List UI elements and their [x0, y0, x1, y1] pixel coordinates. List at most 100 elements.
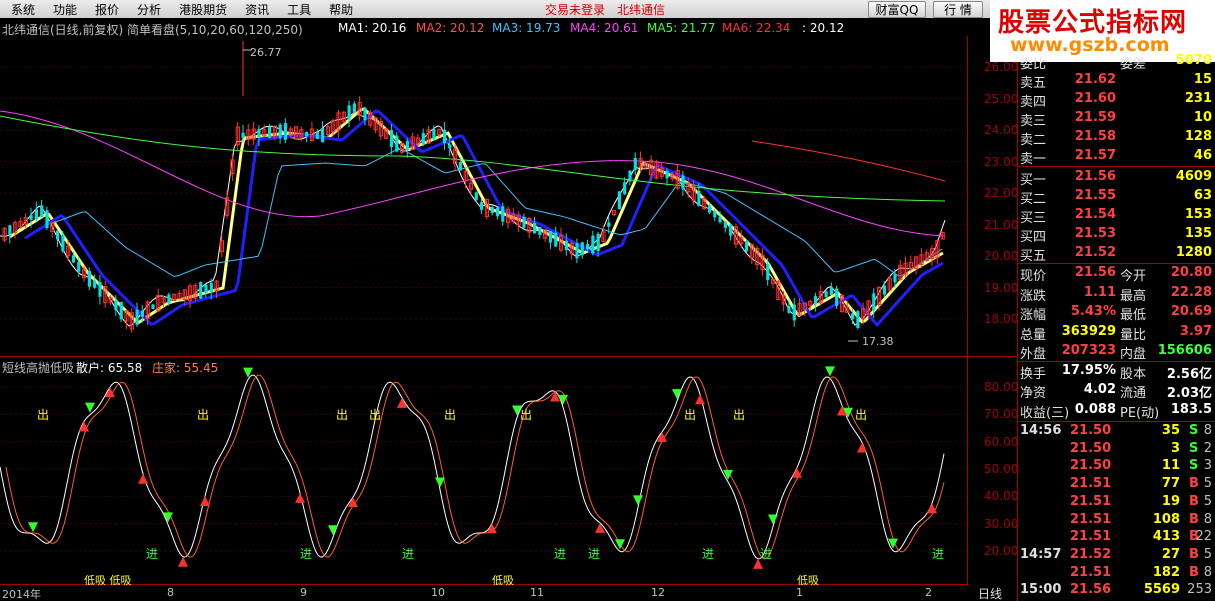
stat-label: 外盘 [1020, 347, 1047, 362]
indicator-tick-label: 70.00 [984, 407, 1019, 422]
signal-in-label: 进 [760, 547, 773, 561]
low-price-label: 17.38 [862, 335, 894, 348]
stat-value: 183.5 [1170, 401, 1212, 417]
ask-volume: 15 [1193, 72, 1212, 87]
menu-item-quote[interactable]: 报价 [86, 1, 128, 18]
tick-time: 14:57 [1020, 546, 1062, 562]
bid-row[interactable]: 买一 21.56 4609 [1018, 168, 1215, 188]
stat-value: 2.03亿 [1166, 386, 1212, 401]
tick-count: 8 [1203, 423, 1212, 438]
stat-value: 2.56亿 [1166, 366, 1212, 382]
date-tick-label: 2 [925, 586, 932, 599]
tick-price: 21.52 [1070, 546, 1112, 562]
menu-item-system[interactable]: 系统 [2, 1, 44, 18]
stat-label: PE(动) [1120, 405, 1160, 421]
stat-label: 换手 [1020, 366, 1047, 382]
bid-row[interactable]: 买三 21.54 153 [1018, 206, 1215, 226]
tick-row: 15:00 21.56 5569 253 [1018, 582, 1215, 600]
indicator-tick-label: 20.00 [984, 543, 1019, 558]
ma1-label: MA1: 20.16 [338, 21, 407, 35]
tick-volume: 27 [1161, 546, 1180, 562]
ask-row[interactable]: 卖四 21.60 231 [1018, 90, 1215, 110]
date-tick-label: 12 [651, 586, 665, 599]
bid-label: 买五 [1020, 249, 1047, 264]
stat-value: 21.56 [1074, 265, 1116, 280]
trade-login-status[interactable]: 交易未登录 [545, 1, 605, 18]
signal-out-label: 出 [855, 408, 868, 422]
ask-price: 21.62 [1074, 72, 1116, 87]
stat-row: 收益(三) 0.088 PE(动) 183.5 [1018, 401, 1215, 421]
ma5-label: MA5: 21.77 [647, 21, 716, 35]
menu-item-hk-futures[interactable]: 港股期货 [170, 1, 236, 18]
ask-price: 21.59 [1074, 110, 1116, 125]
menu-item-function[interactable]: 功能 [44, 1, 86, 18]
ask-row[interactable]: 卖三 21.59 10 [1018, 109, 1215, 129]
date-tick-label: 2014年 [2, 588, 41, 601]
price-tick-label: 18.00 [984, 312, 1019, 326]
menu-item-tools[interactable]: 工具 [278, 1, 320, 18]
quote-row-ratio: 委比 委差 5070 [1018, 52, 1215, 72]
tick-price: 21.51 [1070, 529, 1112, 545]
candlestick-chart[interactable] [0, 36, 967, 356]
ask-volume: 231 [1184, 91, 1212, 106]
tick-side: B [1189, 493, 1199, 509]
bid-price: 21.56 [1074, 169, 1116, 184]
bid-volume: 63 [1193, 188, 1212, 203]
tick-price: 21.51 [1070, 493, 1112, 509]
ask-label: 卖五 [1020, 76, 1047, 91]
ma3-label: MA3: 19.73 [492, 21, 561, 35]
signal-in-label: 进 [554, 547, 567, 561]
menu-item-analysis[interactable]: 分析 [128, 1, 170, 18]
stat-value: 4.02 [1083, 382, 1116, 397]
ask-row[interactable]: 卖二 21.58 128 [1018, 128, 1215, 148]
market-button[interactable]: 行 情 [933, 1, 983, 18]
tick-count: 22 [1195, 529, 1212, 545]
period-label[interactable]: 日线 [978, 585, 1002, 601]
price-tick-label: 25.00 [984, 91, 1019, 106]
stat-label: 最低 [1120, 308, 1147, 323]
bid-price: 21.55 [1074, 188, 1116, 203]
menu-item-help[interactable]: 帮助 [320, 1, 362, 18]
date-tick-label: 10 [431, 586, 445, 599]
tick-volume: 5569 [1143, 582, 1180, 598]
bid-row[interactable]: 买五 21.52 1280 [1018, 244, 1215, 264]
ask-row[interactable]: 卖一 21.57 46 [1018, 147, 1215, 167]
ticks-divider [1018, 421, 1215, 422]
stat-value: 1.11 [1083, 284, 1116, 300]
stat-row: 现价 21.56 今开 20.80 [1018, 264, 1215, 284]
tick-count: 253 [1187, 582, 1212, 598]
bid-row[interactable]: 买四 21.53 135 [1018, 225, 1215, 245]
ask-label: 卖二 [1020, 133, 1047, 148]
tick-side: S [1189, 440, 1199, 456]
bid-volume: 153 [1184, 207, 1212, 222]
ma4-label: MA4: 20.61 [570, 21, 639, 35]
date-tick-label: 1 [796, 586, 803, 599]
stat-row: 净资 4.02 流通 2.03亿 [1018, 381, 1215, 401]
tick-price: 21.51 [1070, 476, 1112, 492]
stat-value: 22.28 [1170, 284, 1212, 300]
price-tick-label: 24.00 [984, 123, 1019, 137]
tick-volume: 35 [1161, 423, 1180, 438]
signal-in-label: 进 [300, 547, 313, 561]
tick-price: 21.56 [1070, 582, 1112, 598]
chart-right-border [967, 36, 968, 586]
ask-row[interactable]: 卖五 21.62 15 [1018, 71, 1215, 91]
tick-volume: 413 [1152, 529, 1180, 545]
wealth-qq-button[interactable]: 财富QQ [868, 1, 926, 18]
signal-out-label: 出 [197, 408, 210, 422]
ask-label: 卖四 [1020, 95, 1047, 110]
stat-row: 总量 363929 量比 3.97 [1018, 323, 1215, 343]
tick-volume: 108 [1152, 511, 1180, 527]
bid-label: 买三 [1020, 211, 1047, 226]
trade-status-area: 交易未登录 北纬通信 [545, 1, 665, 18]
signal-out-label: 出 [684, 408, 697, 422]
tick-side: B [1189, 546, 1199, 562]
bid-row[interactable]: 买二 21.55 63 [1018, 187, 1215, 207]
ask-bid-divider [1018, 166, 1215, 167]
tick-side: B [1189, 476, 1199, 492]
tick-time: 15:00 [1020, 582, 1062, 598]
tick-volume: 19 [1161, 493, 1180, 509]
ask-volume: 128 [1184, 129, 1212, 144]
quote-label: 委比 [1020, 57, 1047, 72]
menu-item-news[interactable]: 资讯 [236, 1, 278, 18]
